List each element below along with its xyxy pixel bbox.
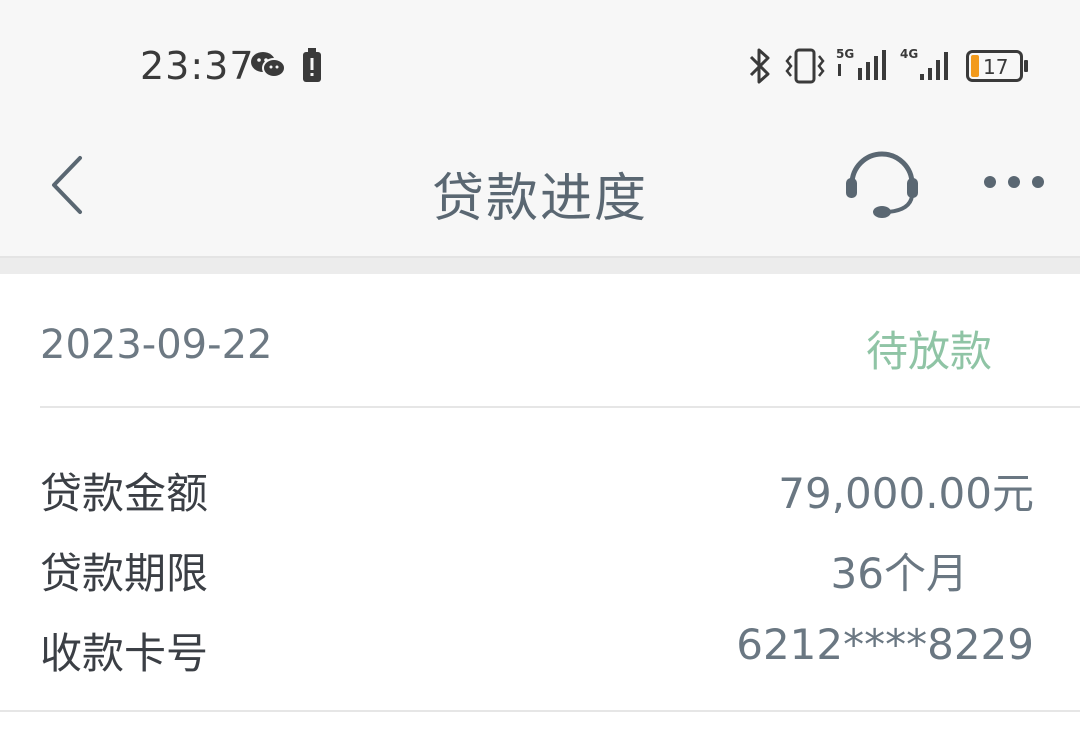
loan-term-label: 贷款期限: [40, 549, 209, 598]
loan-status-badge: 待放款: [865, 327, 992, 376]
wechat-icon: [250, 50, 286, 84]
card-number-label: 收款卡号: [40, 629, 209, 678]
loan-amount-label: 贷款金额: [40, 469, 209, 518]
status-bar: 23:37 5G 4G 17: [0, 0, 1080, 110]
battery-icon: 17: [966, 50, 1030, 86]
signal-5g-icon: 5G: [836, 46, 892, 86]
network-5g-label: 5G: [836, 47, 854, 61]
loan-card[interactable]: 2023-09-22 待放款 贷款金额 79,000.00元 贷款期限 36个月…: [0, 274, 1080, 750]
nav-bar: 贷款进度: [0, 110, 1080, 256]
battery-saver-icon: [302, 48, 322, 86]
loan-amount-value: 79,000.00元: [778, 469, 1034, 518]
signal-4g-icon: 4G: [900, 46, 956, 86]
battery-level: 17: [983, 55, 1008, 79]
vibrate-icon: [784, 48, 826, 88]
loan-term-value: 36个月: [830, 549, 968, 598]
status-time: 23:37: [140, 44, 255, 88]
network-4g-label: 4G: [900, 47, 918, 61]
loan-date: 2023-09-22: [40, 322, 273, 368]
headset-icon[interactable]: [844, 146, 920, 224]
loan-amount-row: 贷款金额 79,000.00元: [40, 460, 1034, 520]
more-icon[interactable]: [982, 174, 1046, 194]
loan-card-header: 2023-09-22 待放款: [40, 274, 1080, 408]
bluetooth-icon: [748, 48, 772, 88]
loan-term-row: 贷款期限 36个月: [40, 540, 1034, 600]
card-number-value: 6212****8229: [736, 620, 1034, 669]
card-bottom-divider: [0, 710, 1080, 712]
card-number-row: 收款卡号 6212****8229: [40, 620, 1034, 680]
section-divider: [0, 256, 1080, 276]
